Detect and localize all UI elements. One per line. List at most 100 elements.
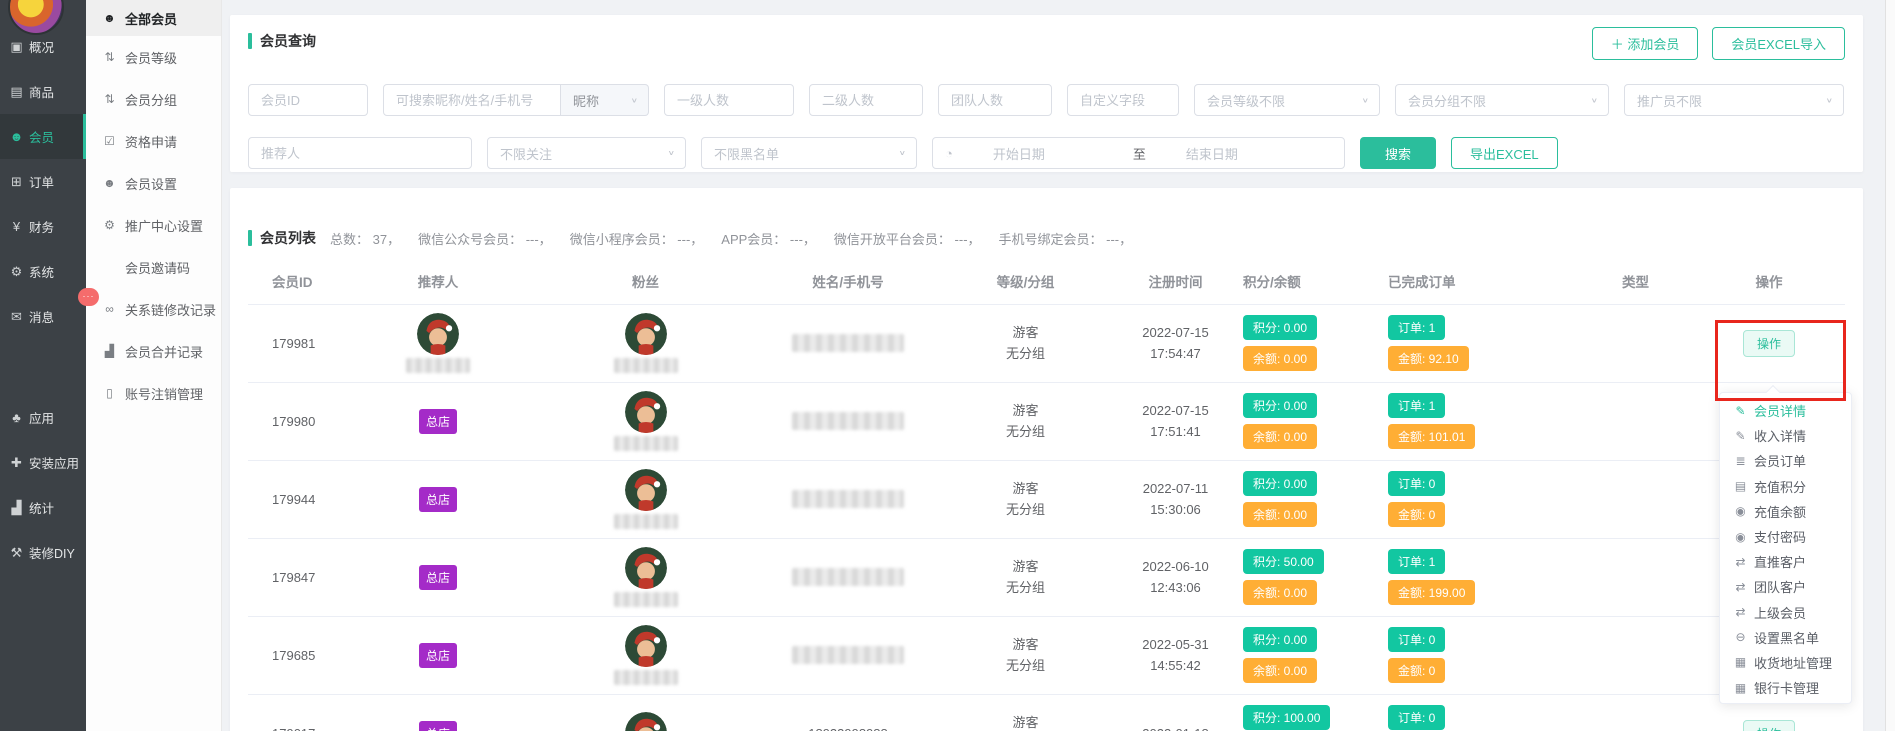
dropdown-item-充值积分[interactable]: ▤充值积分 — [1720, 474, 1851, 499]
row-action-button[interactable]: 操作 — [1743, 720, 1795, 731]
dropdown-item-直推客户[interactable]: ⇄直推客户 — [1720, 549, 1851, 574]
blacklist-filter-select[interactable]: 不限黑名单 ∨ — [701, 137, 917, 169]
table-row: 179847总店游客无分组2022-06-1012:43:06积分: 50.00… — [248, 538, 1845, 616]
table-row: 179685总店游客无分组2022-05-3114:55:42积分: 0.00余… — [248, 616, 1845, 694]
dropdown-item-label: 设置黑名单 — [1754, 628, 1819, 647]
message-notification-badge: ··· — [78, 288, 99, 306]
excel-import-button[interactable]: 会员EXCEL导入 — [1712, 27, 1845, 60]
member-settings-icon: ☻ — [102, 176, 117, 190]
filter-input-自定义字段[interactable] — [1067, 84, 1179, 116]
register-time: 14:55:42 — [1108, 655, 1243, 676]
filter-input-一级人数[interactable] — [664, 84, 794, 116]
filter-input-团队人数[interactable] — [938, 84, 1052, 116]
member-id-cell: 179980 — [248, 382, 338, 460]
exchange-icon: ⇄ — [1733, 580, 1748, 594]
submenu-item-会员合并记录[interactable]: ▟会员合并记录 — [86, 330, 221, 372]
fan-avatar[interactable] — [625, 547, 667, 589]
member-id-cell: 179017 — [248, 694, 338, 731]
dropdown-item-设置黑名单[interactable]: ⊖设置黑名单 — [1720, 625, 1851, 650]
dropdown-item-label: 会员订单 — [1754, 451, 1806, 470]
sidebar-item-订单[interactable]: ⊞订单 — [0, 159, 86, 204]
submenu-item-推广中心设置[interactable]: ⚙推广中心设置 — [86, 204, 221, 246]
table-row: 179944总店游客无分组2022-07-1115:30:06积分: 0.00余… — [248, 460, 1845, 538]
submenu-item-资格申请[interactable]: ☑资格申请 — [86, 120, 221, 162]
name-cell — [753, 538, 943, 616]
dropdown-item-充值余额[interactable]: ◉充值余额 — [1720, 499, 1851, 524]
member-group: 无分组 — [943, 499, 1108, 520]
dropdown-item-上级会员[interactable]: ⇄上级会员 — [1720, 600, 1851, 625]
submenu-item-会员等级[interactable]: ⇅会员等级 — [86, 36, 221, 78]
fan-avatar[interactable] — [625, 625, 667, 667]
stats-icon: ▟ — [9, 500, 24, 516]
sidebar-item-系统[interactable]: ⚙系统 — [0, 249, 86, 294]
dropdown-item-label: 收入详情 — [1754, 426, 1806, 445]
blurred-referrer-name — [406, 358, 470, 373]
referrer-avatar[interactable] — [417, 313, 459, 355]
search-button[interactable]: 搜索 — [1360, 137, 1436, 169]
filter-input-会员ID[interactable] — [248, 84, 368, 116]
sidebar-item-消息[interactable]: ✉消息 — [0, 294, 86, 339]
referrer-input[interactable] — [248, 137, 472, 169]
member-group-icon: ⇅ — [102, 92, 117, 106]
header-buttons: ＋ 添加会员 会员EXCEL导入 — [1592, 27, 1845, 60]
sidebar-item-应用[interactable]: ♣应用 — [0, 395, 86, 440]
sidebar-item-财务[interactable]: ¥财务 — [0, 204, 86, 249]
follow-filter-select[interactable]: 不限关注 ∨ — [487, 137, 686, 169]
sidebar-item-商品[interactable]: ▤商品 — [0, 69, 86, 114]
points-badge: 积分: 100.00 — [1243, 705, 1330, 730]
dropdown-item-label: 支付密码 — [1754, 527, 1806, 546]
vertical-scrollbar[interactable] — [1885, 0, 1895, 731]
keyword-search-input[interactable] — [383, 84, 561, 116]
diy-hammer-icon: ⚒ — [9, 545, 24, 561]
sidebar-item-装修DIY[interactable]: ⚒装修DIY — [0, 530, 86, 575]
fan-avatar[interactable] — [625, 469, 667, 511]
register-date-range-picker[interactable]: ◔ 开始日期 至 结束日期 — [932, 137, 1345, 169]
orders-badge: 订单: 1 — [1388, 549, 1445, 574]
filter-select-会员等级不限[interactable]: 会员等级不限∨ — [1194, 84, 1380, 116]
row-action-dropdown-menu: ✎会员详情✎收入详情≣会员订单▤充值积分◉充值余额◉支付密码⇄直推客户⇄团队客户… — [1719, 392, 1852, 704]
submenu-item-会员分组[interactable]: ⇅会员分组 — [86, 78, 221, 120]
export-excel-button[interactable]: 导出EXCEL — [1451, 137, 1558, 169]
column-header-注册时间: 注册时间 — [1108, 258, 1243, 304]
fan-avatar[interactable] — [625, 391, 667, 433]
fan-avatar[interactable] — [625, 712, 667, 731]
sidebar-item-会员[interactable]: ☻会员 — [0, 114, 86, 159]
keyword-type-select[interactable]: 昵称∨ — [561, 84, 649, 116]
filter-select-推广员不限[interactable]: 推广员不限∨ — [1624, 84, 1844, 116]
submenu-item-会员邀请码[interactable]: 会员邀请码 — [86, 246, 221, 288]
submenu-item-全部会员[interactable]: ☻全部会员 — [86, 0, 221, 36]
fan-avatar[interactable] — [625, 313, 667, 355]
sidebar-item-安装应用[interactable]: ✚安装应用 — [0, 440, 86, 485]
dropdown-item-label: 会员详情 — [1754, 401, 1806, 420]
dropdown-item-收货地址管理[interactable]: ▦收货地址管理 — [1720, 650, 1851, 675]
register-time: 15:30:06 — [1108, 499, 1243, 520]
blurred-member-name — [792, 568, 904, 586]
dropdown-item-支付密码[interactable]: ◉支付密码 — [1720, 524, 1851, 549]
register-time-cell: 2022-07-1517:54:47 — [1108, 304, 1243, 382]
dropdown-item-银行卡管理[interactable]: ▦银行卡管理 — [1720, 675, 1851, 700]
dropdown-item-会员订单[interactable]: ≣会员订单 — [1720, 448, 1851, 473]
sidebar-item-统计[interactable]: ▟ 统计 — [0, 485, 86, 530]
submenu-item-账号注销管理[interactable]: ▯账号注销管理 — [86, 372, 221, 414]
sidebar-item-概况[interactable]: ▣概况 — [0, 24, 86, 69]
blurred-fan-name — [614, 358, 678, 373]
date-range-separator: 至 — [1133, 144, 1146, 163]
filter-select-会员分组不限[interactable]: 会员分组不限∨ — [1395, 84, 1609, 116]
row-action-button[interactable]: 操作 — [1743, 330, 1795, 357]
filter-input-二级人数[interactable] — [809, 84, 923, 116]
dropdown-item-团队客户[interactable]: ⇄团队客户 — [1720, 574, 1851, 599]
add-member-button[interactable]: ＋ 添加会员 — [1592, 27, 1699, 60]
action-cell: 操作 — [1693, 304, 1845, 382]
filter-select-value: 推广员不限 — [1637, 91, 1702, 110]
member-level-icon: ⇅ — [102, 50, 117, 64]
clock-icon: ◔ — [945, 146, 953, 161]
level-group-cell: 游客无分组 — [943, 538, 1108, 616]
sidebar-item-label: 统计 — [29, 498, 54, 517]
dropdown-item-收入详情[interactable]: ✎收入详情 — [1720, 423, 1851, 448]
orders-badge: 订单: 0 — [1388, 705, 1445, 730]
submenu-item-会员设置[interactable]: ☻会员设置 — [86, 162, 221, 204]
submenu-item-关系链修改记录[interactable]: ∞关系链修改记录 — [86, 288, 221, 330]
exchange-icon: ⇄ — [1733, 555, 1748, 569]
title-accent-bar — [248, 33, 252, 49]
dropdown-item-会员详情[interactable]: ✎会员详情 — [1720, 398, 1851, 423]
